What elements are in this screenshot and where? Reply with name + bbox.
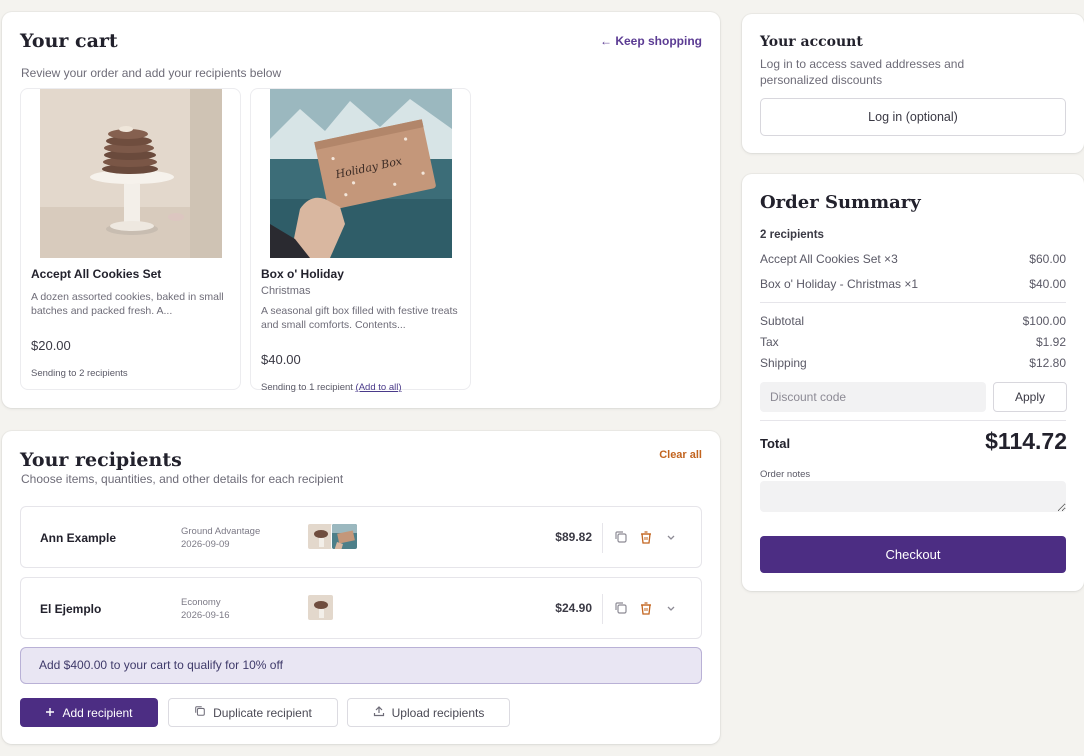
duplicate-icon	[194, 705, 206, 720]
upload-recipients-label: Upload recipients	[391, 705, 485, 720]
divider	[602, 523, 603, 553]
tax-label: Tax	[760, 335, 779, 349]
add-to-all-link[interactable]: (Add to all)	[356, 382, 402, 393]
add-recipient-label: Add recipient	[62, 705, 133, 720]
keep-shopping-link[interactable]: ← Keep shopping	[600, 34, 702, 48]
add-recipient-button[interactable]: Add recipient	[20, 698, 158, 727]
product-price: $40.00	[261, 352, 301, 367]
subtotal-line: Subtotal $100.00	[760, 314, 1066, 328]
recipients-subtitle: Choose items, quantities, and other deta…	[21, 472, 344, 486]
order-notes-label: Order notes	[760, 469, 811, 480]
clear-all-link[interactable]: Clear all	[659, 449, 702, 461]
product-description: A seasonal gift box filled with festive …	[261, 305, 458, 331]
discount-promo-banner: Add $400.00 to your cart to qualify for …	[20, 647, 702, 684]
recipient-item-thumbnails	[307, 523, 358, 551]
plus-icon	[45, 706, 55, 720]
divider	[760, 302, 1066, 303]
recipients-title: Your recipients	[20, 449, 182, 471]
checkout-button[interactable]: Checkout	[760, 536, 1066, 573]
order-summary-card: Order Summary 2 recipients Accept All Co…	[742, 174, 1084, 591]
item-thumbnail-cookies	[307, 594, 334, 621]
trash-icon[interactable]	[639, 530, 653, 544]
chevron-down-icon[interactable]	[664, 530, 678, 544]
product-description: A dozen assorted cookies, baked in small…	[31, 291, 224, 317]
recipient-shipping: Ground Advantage 2026-09-09	[181, 525, 260, 551]
recipient-row[interactable]: El Ejemplo Economy 2026-09-16 $24.90	[20, 577, 702, 639]
upload-icon	[373, 705, 385, 720]
subtotal-value: $100.00	[1022, 314, 1066, 328]
shipping-value: $12.80	[1029, 356, 1066, 370]
sending-text: Sending to 1 recipient	[261, 382, 353, 393]
recipient-item-thumbnails	[307, 594, 334, 622]
recipient-price: $24.90	[555, 601, 592, 615]
trash-icon[interactable]	[639, 601, 653, 615]
line-item-label: Accept All Cookies Set ×3	[760, 252, 898, 266]
shipping-method: Economy	[181, 597, 221, 608]
product-name: Accept All Cookies Set	[31, 267, 162, 281]
recipient-price: $89.82	[555, 530, 592, 544]
product-image-cookies	[40, 89, 222, 258]
divider	[602, 594, 603, 624]
total-label: Total	[760, 436, 791, 451]
product-card-cookies: Accept All Cookies Set A dozen assorted …	[20, 88, 241, 390]
total-value: $114.72	[985, 428, 1067, 454]
shipping-method: Ground Advantage	[181, 526, 261, 537]
subtotal-label: Subtotal	[760, 314, 805, 328]
recipient-shipping: Economy 2026-09-16	[181, 596, 230, 622]
recipients-card: Your recipients Choose items, quantities…	[2, 431, 720, 744]
recipient-count: 2 recipients	[760, 229, 824, 241]
cart-subtitle: Review your order and add your recipient…	[21, 66, 282, 80]
recipient-row[interactable]: Ann Example Ground Advantage 2026-09-09 …	[20, 506, 702, 568]
shipping-line: Shipping $12.80	[760, 356, 1066, 370]
summary-line-item: Box o' Holiday - Christmas ×1 $40.00	[760, 277, 1066, 291]
product-price: $20.00	[31, 338, 71, 353]
apply-discount-button[interactable]: Apply	[993, 382, 1067, 412]
product-variant: Christmas	[261, 285, 311, 297]
ship-date: 2026-09-16	[181, 610, 230, 621]
shipping-label: Shipping	[760, 356, 807, 370]
line-item-value: $40.00	[1029, 277, 1066, 291]
product-sending-count: Sending to 2 recipients	[31, 368, 128, 379]
chevron-down-icon[interactable]	[664, 601, 678, 615]
copy-icon[interactable]	[614, 601, 628, 615]
ship-date: 2026-09-09	[181, 539, 230, 550]
cart-title: Your cart	[20, 30, 118, 52]
order-summary-title: Order Summary	[760, 192, 921, 213]
discount-code-input[interactable]	[760, 382, 986, 412]
item-thumbnail-cookies	[307, 523, 334, 550]
line-item-label: Box o' Holiday - Christmas ×1	[760, 277, 919, 291]
upload-recipients-button[interactable]: Upload recipients	[347, 698, 510, 727]
product-card-holiday-box: Holiday Box Box o' Holiday Christmas A s…	[250, 88, 471, 393]
product-image-holiday-box: Holiday Box	[270, 89, 452, 258]
recipient-name: El Ejemplo	[40, 602, 102, 616]
duplicate-recipient-label: Duplicate recipient	[213, 705, 312, 720]
summary-line-item: Accept All Cookies Set ×3 $60.00	[760, 252, 1066, 266]
tax-value: $1.92	[1035, 335, 1066, 349]
order-notes-field[interactable]	[760, 481, 1066, 512]
divider	[760, 420, 1066, 421]
copy-icon[interactable]	[614, 530, 628, 544]
recipient-name: Ann Example	[40, 531, 117, 545]
product-name: Box o' Holiday	[261, 267, 344, 281]
account-title: Your account	[760, 34, 863, 50]
line-item-value: $60.00	[1029, 252, 1066, 266]
account-card: Your account Log in to access saved addr…	[742, 14, 1084, 153]
duplicate-recipient-button[interactable]: Duplicate recipient	[168, 698, 338, 727]
login-button[interactable]: Log in (optional)	[760, 98, 1066, 136]
cart-card: Your cart Review your order and add your…	[2, 12, 720, 408]
item-thumbnail-holiday-box	[331, 523, 358, 550]
tax-line: Tax $1.92	[760, 335, 1066, 349]
product-sending-count: Sending to 1 recipient (Add to all)	[261, 382, 401, 393]
account-subtitle: Log in to access saved addresses and per…	[760, 57, 965, 87]
